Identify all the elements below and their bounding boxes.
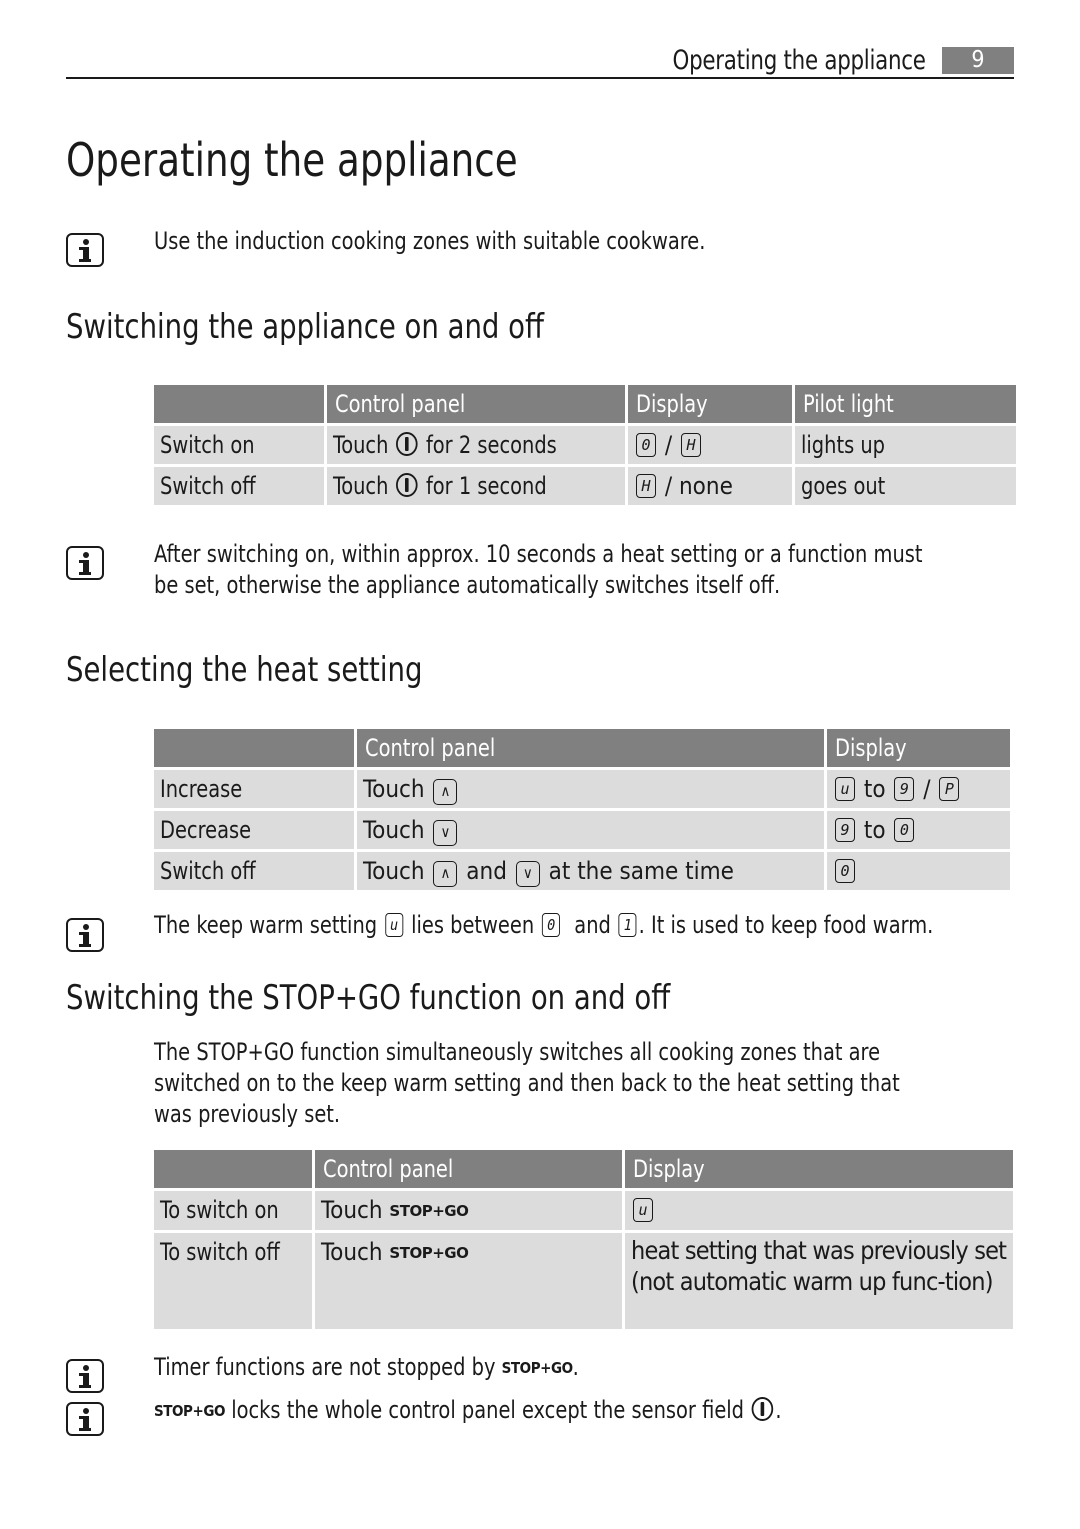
table-header-row: Control panel Display: [154, 1150, 1013, 1188]
down-key-icon: ∨: [515, 861, 540, 887]
display-glyph-icon: 1: [618, 913, 637, 937]
touch-label: Touch: [363, 857, 425, 885]
duration-label: for 1 second: [425, 472, 547, 500]
info-icon: [66, 233, 104, 267]
stop-go-key-label: STOP+GO: [501, 1359, 573, 1377]
table-row: To switch on Touch STOP+GO u: [154, 1191, 1013, 1230]
column-header: Display: [625, 1150, 1013, 1188]
stop-go-key-label: STOP+GO: [154, 1402, 226, 1420]
running-header: Operating the appliance 9: [0, 44, 1014, 78]
note-auto-off-line2: be set, otherwise the appliance automati…: [154, 571, 781, 599]
power-icon: [396, 473, 418, 497]
note-keep-warm: The keep warm setting u lies between 0 a…: [154, 911, 934, 939]
note-cookware: Use the induction cooking zones with sui…: [154, 227, 706, 255]
display-glyph-icon: H: [681, 433, 701, 457]
stop-go-key-label: STOP+GO: [389, 1202, 469, 1220]
info-icon: [66, 1402, 104, 1436]
on-off-table: Control panel Display Pilot light Switch…: [151, 382, 1019, 508]
action-label: Switch on: [160, 431, 255, 459]
note-auto-off-line1: After switching on, within approx. 10 se…: [154, 540, 923, 568]
action-label: Decrease: [160, 816, 252, 844]
info-icon: [66, 546, 104, 580]
table-row: Decrease Touch ∨ 9 to 0: [154, 811, 1010, 849]
info-icon: [66, 1359, 104, 1393]
column-header: [154, 1150, 312, 1188]
down-key-icon: ∨: [433, 820, 458, 846]
table-header-row: Control panel Display: [154, 729, 1010, 767]
column-header: [154, 729, 354, 767]
display-glyph-icon: 9: [835, 818, 855, 842]
display-glyph-icon: 0: [835, 859, 855, 883]
heat-table: Control panel Display Increase Touch ∧ u…: [151, 726, 1013, 893]
column-header: [154, 385, 324, 423]
power-icon: [752, 1397, 774, 1421]
action-label: Switch off: [160, 857, 256, 885]
table-row: Switch off Touch ∧ and ∨ at the same tim…: [154, 852, 1010, 890]
up-key-icon: ∧: [433, 861, 458, 887]
note-timer: Timer functions are not stopped by STOP+…: [154, 1353, 579, 1381]
action-label: Switch off: [160, 472, 256, 500]
touch-label: Touch: [321, 1196, 383, 1224]
table-row: Switch on Touch for 2 seconds 0 / H ligh…: [154, 426, 1016, 464]
column-header: Display: [628, 385, 792, 423]
pilot-light-value: lights up: [801, 431, 886, 459]
info-icon: [66, 918, 104, 952]
stopgo-intro-line2: switched on to the keep warm setting and…: [154, 1069, 900, 1097]
power-icon: [396, 432, 418, 456]
display-description: heat setting that was previously set (no…: [625, 1233, 1013, 1329]
touch-label: Touch: [321, 1238, 383, 1266]
column-header: Control panel: [327, 385, 625, 423]
display-glyph-icon: u: [835, 777, 855, 801]
touch-label: Touch: [363, 816, 425, 844]
duration-label: for 2 seconds: [425, 431, 557, 459]
column-header: Display: [827, 729, 1010, 767]
stopgo-table: Control panel Display To switch on Touch…: [151, 1147, 1016, 1332]
page-number: 9: [942, 47, 1014, 74]
column-header: Control panel: [315, 1150, 622, 1188]
display-glyph-icon: u: [385, 913, 404, 937]
stopgo-intro-line3: was previously set.: [154, 1100, 341, 1128]
column-header: Control panel: [357, 729, 824, 767]
table-header-row: Control panel Display Pilot light: [154, 385, 1016, 423]
display-glyph-icon: H: [636, 474, 656, 498]
display-glyph-icon: P: [939, 777, 960, 801]
display-glyph-icon: 9: [894, 777, 915, 801]
table-row: Switch off Touch for 1 second H / none g…: [154, 467, 1016, 505]
touch-label: Touch: [333, 431, 389, 459]
action-label: To switch off: [160, 1238, 280, 1266]
display-glyph-icon: 0: [542, 913, 561, 937]
running-title: Operating the appliance: [672, 45, 926, 76]
up-key-icon: ∧: [433, 779, 458, 805]
page-title: Operating the appliance: [66, 133, 518, 187]
section-heading-on-off: Switching the appliance on and off: [66, 307, 544, 347]
section-heading-stopgo: Switching the STOP+GO function on and of…: [66, 978, 671, 1018]
table-row: Increase Touch ∧ u to 9 / P: [154, 770, 1010, 808]
touch-label: Touch: [363, 775, 425, 803]
stop-go-key-label: STOP+GO: [389, 1244, 469, 1262]
action-label: To switch on: [160, 1196, 279, 1224]
pilot-light-value: goes out: [801, 472, 886, 500]
column-header: Pilot light: [795, 385, 1016, 423]
touch-label: Touch: [333, 472, 389, 500]
stopgo-intro-line1: The STOP+GO function simultaneously swit…: [154, 1038, 881, 1066]
display-glyph-icon: u: [633, 1198, 653, 1222]
display-glyph-icon: 0: [636, 433, 656, 457]
table-row: To switch off Touch STOP+GO heat setting…: [154, 1233, 1013, 1329]
action-label: Increase: [160, 775, 243, 803]
section-heading-heat: Selecting the heat setting: [66, 650, 423, 690]
header-rule: [66, 77, 1014, 79]
display-glyph-icon: 0: [894, 818, 915, 842]
note-lock: STOP+GO locks the whole control panel ex…: [154, 1396, 782, 1424]
